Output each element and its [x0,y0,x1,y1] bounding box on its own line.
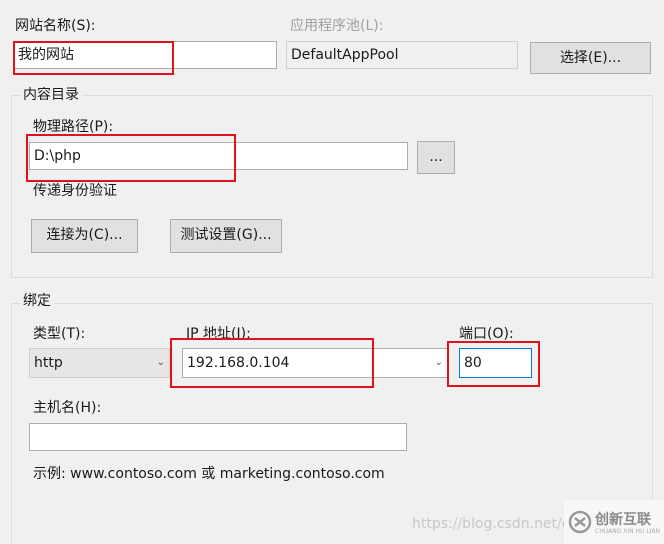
content-directory-title: 内容目录 [20,86,82,104]
connect-as-button[interactable]: 连接为(C)... [31,219,138,253]
chevron-down-icon: ⌄ [434,357,443,368]
type-select[interactable]: http ⌄ [29,348,170,378]
app-pool-label: 应用程序池(L): [290,18,384,34]
site-name-input[interactable]: 我的网站 [13,41,277,69]
chevron-down-icon: ⌄ [156,357,165,368]
brand-logo: 创新互联 CHUANG XIN HU LIAN [564,500,664,544]
physical-path-label: 物理路径(P): [33,119,114,135]
site-name-label: 网站名称(S): [15,18,96,34]
watermark-url: https://blog.csdn.net/q [412,516,571,532]
app-pool-field: DefaultAppPool [286,41,518,69]
test-settings-button[interactable]: 测试设置(G)... [170,219,282,253]
type-value: http [34,355,63,371]
binding-title: 绑定 [20,292,54,310]
ip-address-value: 192.168.0.104 [187,355,290,371]
select-pool-button[interactable]: 选择(E)... [530,42,651,74]
host-example-text: 示例: www.contoso.com 或 marketing.contoso.… [33,466,385,482]
ip-address-select[interactable]: 192.168.0.104 ⌄ [182,348,448,378]
physical-path-input[interactable]: D:\php [29,142,408,170]
port-input[interactable]: 80 [459,348,532,378]
type-label: 类型(T): [33,326,86,342]
port-label: 端口(O): [459,326,514,342]
pass-through-auth-label: 传递身份验证 [33,183,117,199]
brand-sub: CHUANG XIN HU LIAN [595,528,661,535]
browse-path-button[interactable]: ... [417,141,455,174]
ip-address-label: IP 地址(I): [186,326,251,342]
brand-logo-icon [568,510,592,534]
brand-name: 创新互联 [595,512,651,528]
host-name-label: 主机名(H): [33,400,102,416]
host-name-input[interactable] [29,423,407,451]
